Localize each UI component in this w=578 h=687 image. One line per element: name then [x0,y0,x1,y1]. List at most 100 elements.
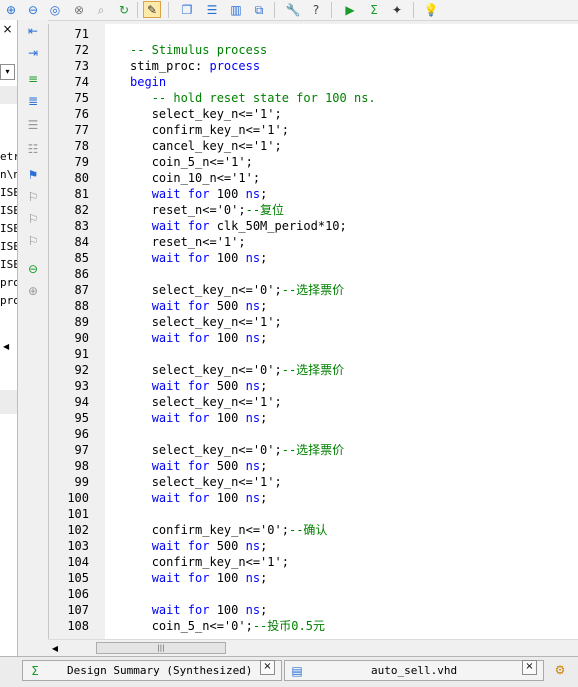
list-item[interactable]: n\n [0,166,17,184]
line-number: 106 [67,587,89,601]
text-token: ; [260,571,268,585]
bookmark-toggle-icon[interactable]: ⚑ [24,166,42,184]
indent-decrease-icon[interactable]: ⇤ [24,22,42,40]
close-icon[interactable]: × [0,22,15,37]
keyword-token: ns [245,459,261,473]
code-editor[interactable]: 71 72 -- Stimulus process 73 stim_proc: proc… [48,24,578,639]
text-token: ; [260,299,268,313]
text-token: ; [260,459,268,473]
align-lines-icon[interactable]: ☰ [24,116,42,134]
restore-windows-icon[interactable]: ⧉ [250,1,268,18]
edit-icon[interactable]: ✎ [143,1,161,18]
line-number: 87 [74,283,89,297]
tab-auto-sell[interactable]: ▤ auto_sell.vhd [284,660,544,681]
bookmark-prev-icon[interactable]: ⚐ [24,210,42,228]
close-tab-button[interactable]: × [522,660,537,675]
text-token: 100 [209,331,246,345]
code-text: coin_5_n<='0';--投币0.5元 [130,618,325,634]
run-icon[interactable]: ▶ [341,1,359,18]
zoom-fit-icon[interactable]: ◎ [46,1,64,18]
keyword-token: wait for [151,603,210,617]
help-icon[interactable]: ? [307,1,325,18]
align-text-icon[interactable]: ☷ [24,140,42,158]
cascade-windows-icon[interactable]: ❐ [178,1,196,18]
line-number: 104 [67,555,89,569]
code-text: -- hold reset state for 100 ns. [130,90,376,106]
keyword-token: wait for [151,219,210,233]
list-item[interactable]: pro [0,292,17,310]
text-token: coin_10_n<='1'; [151,171,261,185]
code-text: wait for 500 ns; [130,538,268,554]
text-token: confirm_key_n<='1'; [151,123,289,137]
text-token: 100 [209,491,246,505]
code-text: coin_10_n<='1'; [130,170,260,186]
tools-icon[interactable]: 🔧 [284,1,302,18]
scrollbar-thumb[interactable]: ||| [96,642,226,654]
list-item[interactable]: ISE [0,184,17,202]
panel-dropdown[interactable]: ▾ [0,64,15,80]
line-number: 95 [74,411,89,425]
line-number: 89 [74,315,89,329]
keyword-token: ns [245,379,261,393]
keyword-token: wait for [151,491,210,505]
text-token: ; [260,379,268,393]
tab-design-summary[interactable]: Σ Design Summary (Synthesized) [22,660,282,681]
zoom-in-icon[interactable]: ⊕ [2,1,20,18]
code-text: wait for 100 ns; [130,410,268,426]
code-text: coin_5_n<='1'; [130,154,253,170]
tab-label: Design Summary (Synthesized) [67,664,253,677]
text-token: ; [260,251,268,265]
comment-token: --选择票价 [281,363,345,377]
tip-icon[interactable]: 💡 [422,1,440,18]
list-item[interactable]: ISE [0,238,17,256]
keyword-token: ns [245,299,261,313]
text-token: ; [260,331,268,345]
text-token: reset_n<='1'; [151,235,246,249]
list-item[interactable]: ISE [0,220,17,238]
code-text: -- Stimulus process [130,42,267,58]
line-number: 77 [74,123,89,137]
line-number: 99 [74,475,89,489]
line-number: 107 [67,603,89,617]
go-back-icon[interactable]: ⊖ [24,260,42,278]
zoom-select-icon[interactable]: ⌕ [92,1,110,18]
tile-horizontal-icon[interactable]: ☰ [203,1,221,18]
comment-lines-icon[interactable]: ≡ [24,70,42,88]
sum-icon[interactable]: Σ [365,1,383,18]
go-forward-icon[interactable]: ⊕ [24,282,42,300]
code-text: select_key_n<='0';--选择票价 [130,362,345,378]
scroll-left-icon[interactable]: ◀ [3,342,9,351]
list-item[interactable]: ISE [0,256,17,274]
left-panel: × ▾ etr n\n ISE ISE ISE ISE ISE pro pro … [0,20,18,656]
list-item[interactable]: ISE [0,202,17,220]
bookmark-next-icon[interactable]: ⚐ [24,188,42,206]
list-item[interactable]: etr [0,148,17,166]
panel-header [0,86,17,104]
text-token: coin_5_n<='1'; [151,155,253,169]
list-item[interactable]: pro [0,274,17,292]
settings-icon[interactable]: ⚙ [552,663,568,677]
probe-icon[interactable]: ✦ [388,1,406,18]
zoom-out-icon[interactable]: ⊖ [24,1,42,18]
scroll-left-icon[interactable]: ◀ [48,642,62,655]
close-tab-button[interactable]: × [260,660,275,675]
code-text: wait for 500 ns; [130,298,268,314]
horizontal-scrollbar[interactable]: ◀ ||| [48,639,578,657]
text-token: select_key_n<='1'; [151,395,282,409]
code-text: stim_proc: process [130,58,260,74]
keyword-token: wait for [151,459,210,473]
uncomment-lines-icon[interactable]: ≣ [24,92,42,110]
zoom-full-icon[interactable]: ⊗ [70,1,88,18]
text-token: 100 [209,603,246,617]
refresh-icon[interactable]: ↻ [115,1,133,18]
bookmark-clear-icon[interactable]: ⚐ [24,232,42,250]
indent-increase-icon[interactable]: ⇥ [24,44,42,62]
tile-vertical-icon[interactable]: ▥ [227,1,245,18]
